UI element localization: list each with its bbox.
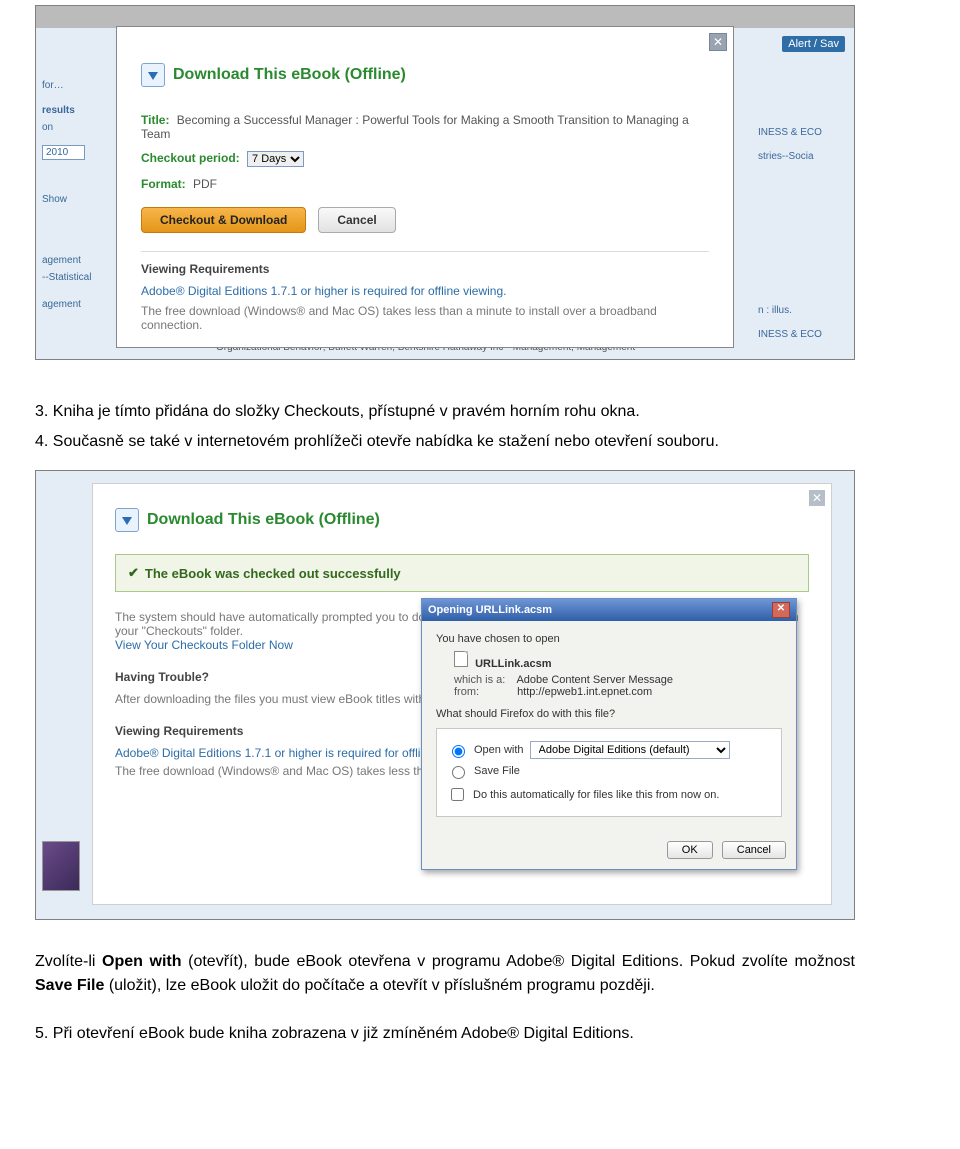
- from-label: from:: [454, 686, 514, 698]
- text-fragment: --Statistical: [42, 272, 102, 283]
- adobe-editions-link[interactable]: Adobe® Digital Editions 1.7.1 or higher …: [141, 284, 507, 298]
- dialog-title: Opening URLLink.acsm: [428, 604, 552, 616]
- cancel-button[interactable]: Cancel: [318, 207, 395, 233]
- adobe-editions-link[interactable]: Adobe® Digital Editions 1.7.1 or higher …: [115, 746, 470, 760]
- download-icon: [141, 63, 165, 87]
- show-link[interactable]: Show: [42, 194, 102, 205]
- auto-option[interactable]: Do this automatically for files like thi…: [447, 785, 771, 804]
- format-value: PDF: [193, 177, 217, 191]
- text-fragment: results: [42, 105, 102, 116]
- step-5-text: 5. Při otevření eBook bude kniha zobraze…: [35, 1022, 855, 1046]
- text-fragment: stries--Socia: [758, 150, 848, 164]
- which-is-value: Adobe Content Server Message: [516, 674, 673, 686]
- ok-button[interactable]: OK: [667, 841, 713, 859]
- step-3-text: 3. Kniha je tímto přidána do složky Chec…: [35, 400, 855, 424]
- checkout-period-label: Checkout period:: [141, 151, 240, 165]
- save-file-option[interactable]: Save File: [447, 763, 771, 779]
- title-row: Title: Becoming a Successful Manager : P…: [141, 113, 709, 141]
- requirement-text-2: The free download (Windows® and Mac OS) …: [141, 304, 709, 332]
- filename: URLLink.acsm: [475, 658, 551, 670]
- year-input[interactable]: 2010: [42, 145, 85, 160]
- file-icon: [454, 651, 468, 667]
- cancel-button[interactable]: Cancel: [722, 841, 786, 859]
- modal-heading: Download This eBook (Offline): [115, 508, 809, 532]
- book-thumbnail: [42, 841, 80, 891]
- download-ebook-modal: ✕ Download This eBook (Offline) Title: B…: [116, 26, 734, 348]
- firefox-open-dialog: Opening URLLink.acsm ✕ You have chosen t…: [421, 598, 797, 870]
- action-group: Open with Adobe Digital Editions (defaul…: [436, 728, 782, 817]
- right-fragment-column: INESS & ECO stries--Socia n : illus. INE…: [758, 116, 848, 352]
- open-with-radio[interactable]: [452, 745, 465, 758]
- save-file-radio[interactable]: [452, 766, 465, 779]
- text-fragment: agement: [42, 255, 102, 266]
- view-checkouts-link[interactable]: View Your Checkouts Folder Now: [115, 638, 293, 652]
- checkmark-icon: ✔: [128, 565, 139, 581]
- checkout-download-button[interactable]: Checkout & Download: [141, 207, 306, 233]
- alert-save-button[interactable]: Alert / Sav: [782, 36, 845, 52]
- open-with-option[interactable]: Open with Adobe Digital Editions (defaul…: [447, 741, 771, 759]
- title-label: Title:: [141, 113, 169, 127]
- format-label: Format:: [141, 177, 186, 191]
- title-value: Becoming a Successful Manager : Powerful…: [141, 113, 689, 141]
- format-row: Format: PDF: [141, 177, 709, 191]
- which-is-label: which is a:: [454, 674, 514, 686]
- close-icon[interactable]: ✕: [809, 490, 825, 506]
- text-fragment: on: [42, 122, 102, 133]
- auto-checkbox[interactable]: [451, 788, 464, 801]
- checkout-period-select[interactable]: 7 Days: [247, 151, 304, 167]
- text-fragment: for…: [42, 80, 102, 91]
- close-icon[interactable]: ✕: [709, 33, 727, 51]
- viewing-requirements-heading: Viewing Requirements: [141, 262, 709, 276]
- open-save-paragraph: Zvolíte-li Open with (otevřít), bude eBo…: [35, 950, 855, 998]
- left-fragment-column: for… results on 2010 Show agement --Stat…: [42, 74, 102, 316]
- screenshot-download-modal: Alert / Sav for… results on 2010 Show ag…: [35, 5, 855, 360]
- step-4-text: 4. Současně se také v internetovém prohl…: [35, 430, 855, 454]
- open-with-select[interactable]: Adobe Digital Editions (default): [530, 741, 730, 759]
- success-message: ✔ The eBook was checked out successfully: [115, 554, 809, 592]
- close-icon[interactable]: ✕: [772, 602, 790, 618]
- text-fragment: INESS & ECO: [758, 328, 848, 342]
- text-fragment: INESS & ECO: [758, 126, 848, 140]
- checkout-period-row: Checkout period: 7 Days: [141, 151, 709, 167]
- what-should-text: What should Firefox do with this file?: [436, 708, 782, 720]
- text-fragment: n : illus.: [758, 304, 848, 318]
- download-ebook-modal: ✕ Download This eBook (Offline) ✔ The eB…: [92, 483, 832, 905]
- text-fragment: agement: [42, 299, 102, 310]
- modal-heading-text: Download This eBook (Offline): [173, 66, 406, 84]
- download-icon: [115, 508, 139, 532]
- from-value: http://epweb1.int.epnet.com: [517, 686, 652, 698]
- modal-heading: Download This eBook (Offline): [141, 63, 709, 87]
- screenshot-checkout-success: Science; BUSINESS & ECONOMICS / Organiz …: [35, 470, 855, 920]
- chosen-to-open-text: You have chosen to open: [436, 633, 782, 645]
